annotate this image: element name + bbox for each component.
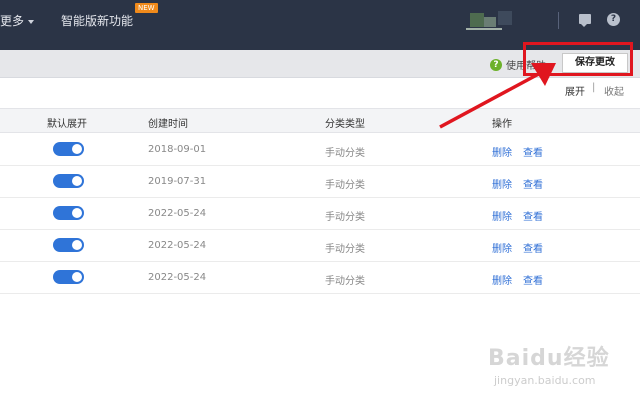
table-row: 2018-09-01 手动分类 删除 查看 — [0, 134, 640, 166]
delete-link[interactable]: 删除 — [492, 208, 512, 223]
category-type: 手动分类 — [325, 180, 365, 191]
table-row: 2022-05-24 手动分类 删除 查看 — [0, 262, 640, 294]
delete-link[interactable]: 删除 — [492, 144, 512, 159]
table-row: 2019-07-31 手动分类 删除 查看 — [0, 166, 640, 198]
category-type: 手动分类 — [325, 212, 365, 223]
created-time: 2022-05-24 — [148, 208, 207, 219]
help-icon[interactable]: ? — [607, 13, 620, 26]
new-badge: NEW — [135, 3, 158, 13]
table-row: 2022-05-24 手动分类 删除 查看 — [0, 230, 640, 262]
default-expand-toggle[interactable] — [53, 238, 84, 252]
created-time: 2022-05-24 — [148, 240, 207, 251]
category-type: 手动分类 — [325, 276, 365, 287]
nav-more-menu[interactable]: 更多 — [0, 12, 35, 29]
default-expand-toggle[interactable] — [53, 270, 84, 284]
top-nav-bar: 更多 智能版新功能 NEW ? — [0, 0, 640, 50]
table-row: 2022-05-24 手动分类 删除 查看 — [0, 198, 640, 230]
save-changes-button[interactable]: 保存更改 — [562, 53, 628, 73]
created-time: 2022-05-24 — [148, 272, 207, 283]
header-actions: 操作 — [492, 119, 512, 130]
separator: | — [592, 82, 596, 93]
header-created-time: 创建时间 — [148, 119, 188, 130]
table-header: 默认展开 创建时间 分类类型 操作 — [0, 108, 640, 133]
view-link[interactable]: 查看 — [523, 272, 543, 287]
watermark-url: jingyan.baidu.com — [494, 374, 596, 387]
default-expand-toggle[interactable] — [53, 206, 84, 220]
created-time: 2019-07-31 — [148, 176, 207, 187]
category-type: 手动分类 — [325, 244, 365, 255]
collapse-link[interactable]: 收起 — [604, 83, 624, 98]
delete-link[interactable]: 删除 — [492, 240, 512, 255]
chevron-down-icon — [28, 19, 35, 24]
expand-link[interactable]: 展开 — [565, 83, 585, 98]
help-link-label: 使用帮助 — [506, 61, 546, 72]
delete-link[interactable]: 删除 — [492, 272, 512, 287]
question-icon: ? — [490, 58, 502, 71]
created-time: 2018-09-01 — [148, 144, 207, 155]
view-link[interactable]: 查看 — [523, 240, 543, 255]
nav-more-label: 更多 — [0, 14, 25, 28]
avatar[interactable] — [466, 8, 522, 34]
watermark: Baidu经验 jingyan.baidu.com — [488, 336, 628, 396]
category-type: 手动分类 — [325, 148, 365, 159]
delete-link[interactable]: 删除 — [492, 176, 512, 191]
nav-smart-features[interactable]: 智能版新功能 — [61, 12, 133, 29]
view-link[interactable]: 查看 — [523, 176, 543, 191]
nav-divider — [558, 12, 559, 29]
help-link[interactable]: ? 使用帮助 — [490, 57, 546, 72]
message-icon[interactable] — [579, 14, 591, 27]
view-link[interactable]: 查看 — [523, 208, 543, 223]
default-expand-toggle[interactable] — [53, 174, 84, 188]
header-default-expand: 默认展开 — [47, 119, 87, 130]
default-expand-toggle[interactable] — [53, 142, 84, 156]
header-category-type: 分类类型 — [325, 119, 365, 130]
watermark-brand: Baidu经验 — [488, 346, 610, 371]
view-link[interactable]: 查看 — [523, 144, 543, 159]
